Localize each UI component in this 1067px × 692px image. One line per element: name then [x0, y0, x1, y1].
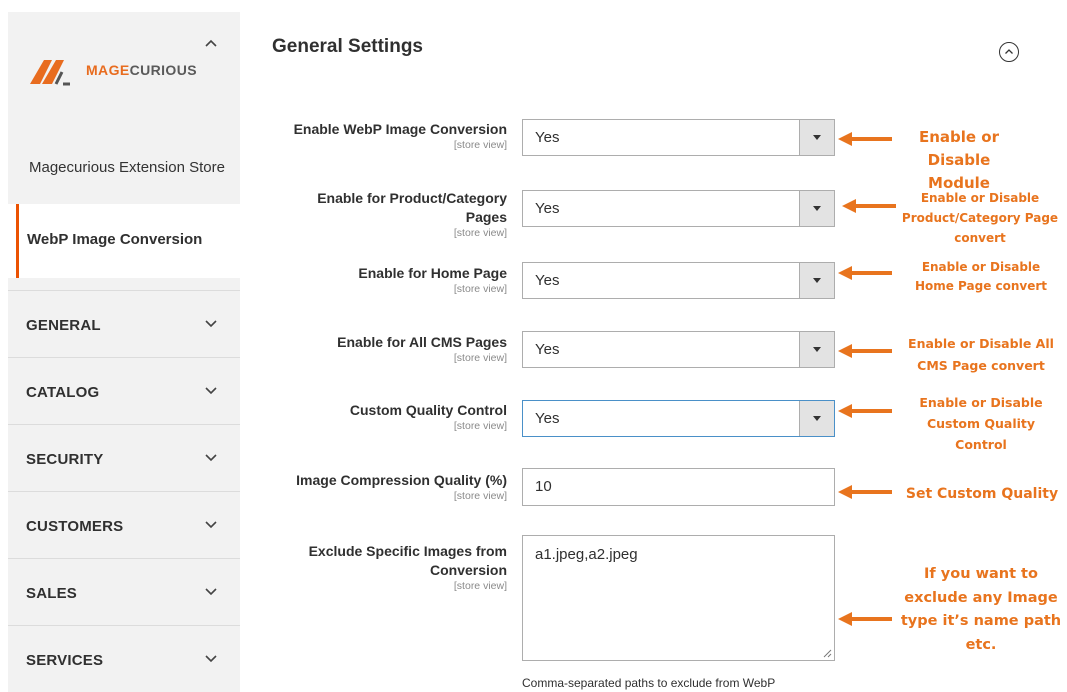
sidebar-item-label: Magecurious Extension Store [29, 159, 225, 176]
brand-name: MAGECURIOUS [86, 62, 197, 78]
custom-quality-select[interactable]: Yes [522, 400, 835, 437]
sidebar-spacer [8, 278, 240, 290]
annotation-custom-quality: Enable or Disable Custom Quality Control [919, 395, 1043, 452]
section-label: CATALOG [26, 384, 100, 401]
brand-tab[interactable]: MAGECURIOUS [8, 12, 240, 117]
field-label-compression-quality: Image Compression Quality (%) [store vie… [296, 472, 507, 502]
sidebar-section-catalog[interactable]: CATALOG [8, 357, 240, 424]
sidebar-section-services[interactable]: SERVICES [8, 625, 240, 692]
annotation-arrow-icon [838, 612, 892, 626]
chevron-down-icon [205, 655, 217, 663]
sidebar-section-customers[interactable]: CUSTOMERS [8, 491, 240, 558]
magecurious-logo-icon [30, 60, 70, 86]
scope-label: [store view] [453, 420, 507, 432]
scope-label: [store view] [453, 352, 507, 364]
scope-label: [store view] [453, 139, 507, 151]
scope-label: [store view] [453, 283, 507, 295]
resize-grip-icon[interactable] [823, 649, 832, 658]
sidebar-section-security[interactable]: SECURITY [8, 424, 240, 491]
chevron-down-icon [205, 320, 217, 328]
section-label: GENERAL [26, 317, 101, 334]
exclude-images-note: Comma-separated paths to exclude from We… [522, 676, 776, 690]
cms-pages-select[interactable]: Yes [522, 331, 835, 368]
circle-chevron-up-icon [1005, 49, 1013, 54]
chevron-down-icon [205, 588, 217, 596]
dropdown-arrow-icon [799, 191, 834, 226]
home-page-select[interactable]: Yes [522, 262, 835, 299]
compression-quality-input[interactable]: 10 [522, 468, 835, 506]
section-label: SALES [26, 585, 78, 602]
chevron-down-icon [205, 387, 217, 395]
admin-config-sidebar: MAGECURIOUS Magecurious Extension Store … [8, 12, 243, 692]
field-label-exclude-images: Exclude Specific Images from Conversion … [282, 542, 507, 593]
sidebar-item-extension-store[interactable]: Magecurious Extension Store [8, 116, 240, 204]
section-label: SECURITY [26, 451, 104, 468]
section-label: SERVICES [26, 652, 104, 669]
field-label-product-category: Enable for Product/Category Pages [store… [287, 189, 507, 240]
annotation-arrow-icon [838, 485, 892, 499]
chevron-down-icon [205, 521, 217, 529]
sidebar-section-general[interactable]: GENERAL [8, 290, 240, 357]
scope-label: [store view] [453, 227, 507, 239]
enable-webp-select[interactable]: Yes [522, 119, 835, 156]
annotation-module: Enable or Disable Module [918, 128, 1000, 192]
field-label-home-page: Enable for Home Page [store view] [358, 265, 507, 295]
annotation-arrow-icon [838, 344, 892, 358]
dropdown-arrow-icon [799, 120, 834, 155]
field-label-custom-quality: Custom Quality Control [store view] [349, 402, 507, 432]
annotation-arrow-icon [842, 199, 896, 213]
section-title: General Settings [272, 36, 423, 57]
chevron-down-icon [205, 454, 217, 462]
scope-label: [store view] [453, 490, 507, 502]
exclude-images-textarea[interactable]: a1.jpeg,a2.jpeg [522, 535, 835, 661]
product-category-select[interactable]: Yes [522, 190, 835, 227]
annotation-product-category: Enable or Disable Product/Category Page … [901, 191, 1059, 245]
section-label: CUSTOMERS [26, 518, 124, 535]
scope-label: [store view] [453, 580, 507, 592]
annotation-home-page: Enable or Disable Home Page convert [914, 260, 1048, 293]
dropdown-arrow-icon [799, 332, 834, 367]
annotation-arrow-icon [838, 132, 892, 146]
annotation-exclude-images: If you want to exclude any Image type it… [900, 566, 1062, 653]
sidebar-section-sales[interactable]: SALES [8, 558, 240, 625]
dropdown-arrow-icon [799, 263, 834, 298]
dropdown-arrow-icon [799, 401, 834, 436]
sidebar-item-webp-image-conversion[interactable]: WebP Image Conversion [16, 204, 243, 278]
annotation-set-quality: Set Custom Quality [905, 486, 1059, 502]
chevron-up-icon[interactable] [204, 38, 218, 48]
annotation-cms-pages: Enable or Disable All CMS Page convert [908, 336, 1054, 373]
annotation-arrow-icon [838, 404, 892, 418]
field-label-cms-pages: Enable for All CMS Pages [store view] [337, 334, 507, 364]
collapse-section-button[interactable] [999, 42, 1019, 62]
field-label-enable-webp: Enable WebP Image Conversion [store view… [293, 121, 507, 151]
sidebar-item-label: WebP Image Conversion [27, 231, 203, 248]
annotation-arrow-icon [838, 266, 892, 280]
